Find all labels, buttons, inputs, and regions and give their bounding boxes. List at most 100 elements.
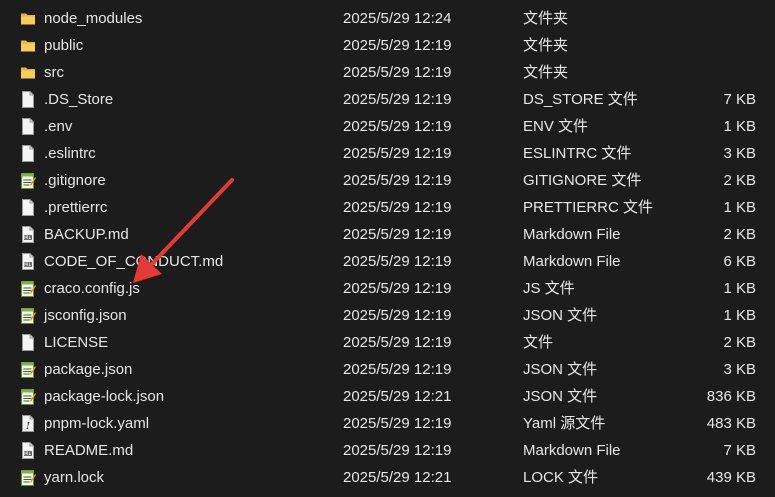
file-type: 文件夹 [523, 10, 569, 27]
file-type: PRETTIERRC 文件 [523, 199, 654, 216]
file-date: 2025/5/29 12:19 [343, 118, 452, 135]
file-size: 1 KB [723, 280, 756, 297]
file-row[interactable]: ! pnpm-lock.yaml 2025/5/29 12:19 Yaml 源文件 48… [0, 410, 775, 437]
notepad-icon [19, 468, 37, 487]
notepad-icon [19, 387, 37, 406]
file-type: Markdown File [523, 253, 621, 270]
file-date: 2025/5/29 12:19 [343, 253, 452, 270]
file-size: 6 KB [723, 253, 756, 270]
file-type: Markdown File [523, 442, 621, 459]
file-name: LICENSE [44, 334, 109, 351]
file-row[interactable]: yarn.lock 2025/5/29 12:21 LOCK 文件 439 KB [0, 464, 775, 491]
file-size: 7 KB [723, 442, 756, 459]
file-date: 2025/5/29 12:19 [343, 199, 452, 216]
file-date: 2025/5/29 12:19 [343, 415, 452, 432]
file-row[interactable]: .prettierrc 2025/5/29 12:19 PRETTIERRC 文件 1… [0, 194, 775, 221]
file-name: .prettierrc [44, 199, 108, 216]
file-size: 439 KB [706, 469, 756, 486]
file-type: 文件 [523, 334, 554, 351]
file-size: 2 KB [723, 334, 756, 351]
svg-text:M↓: M↓ [24, 451, 32, 457]
file-row[interactable]: node_modules 2025/5/29 12:24 文件夹 [0, 5, 775, 32]
file-row[interactable]: M↓ README.md 2025/5/29 12:19 Markdown File 7… [0, 437, 775, 464]
folder-icon [19, 9, 37, 28]
file-icon [19, 144, 37, 163]
file-size: 836 KB [706, 388, 756, 405]
file-icon [19, 117, 37, 136]
file-size: 1 KB [723, 307, 756, 324]
file-size: 483 KB [706, 415, 756, 432]
file-date: 2025/5/29 12:19 [343, 361, 452, 378]
file-type: DS_STORE 文件 [523, 91, 638, 108]
file-date: 2025/5/29 12:19 [343, 145, 452, 162]
file-type: Yaml 源文件 [523, 415, 606, 432]
file-name: .env [44, 118, 73, 135]
file-date: 2025/5/29 12:21 [343, 388, 452, 405]
file-row[interactable]: package-lock.json 2025/5/29 12:21 JSON 文件 8… [0, 383, 775, 410]
file-row[interactable]: src 2025/5/29 12:19 文件夹 [0, 59, 775, 86]
file-size: 3 KB [723, 145, 756, 162]
file-row[interactable]: .env 2025/5/29 12:19 ENV 文件 1 KB [0, 113, 775, 140]
file-row[interactable]: .gitignore 2025/5/29 12:19 GITIGNORE 文件 2 K… [0, 167, 775, 194]
notepad-icon [19, 279, 37, 298]
notepad-icon [19, 360, 37, 379]
file-row[interactable]: M↓ BACKUP.md 2025/5/29 12:19 Markdown File 2… [0, 221, 775, 248]
markdown-icon: M↓ [19, 225, 37, 244]
file-name: package.json [44, 361, 133, 378]
svg-text:M↓: M↓ [24, 262, 32, 268]
file-date: 2025/5/29 12:19 [343, 37, 452, 54]
file-name: yarn.lock [44, 469, 105, 486]
file-date: 2025/5/29 12:19 [343, 64, 452, 81]
folder-icon [19, 36, 37, 55]
notepad-icon [19, 171, 37, 190]
file-date: 2025/5/29 12:19 [343, 307, 452, 324]
file-name: CODE_OF_CONDUCT.md [44, 253, 224, 270]
file-name: jsconfig.json [44, 307, 127, 324]
file-type: JSON 文件 [523, 388, 598, 405]
file-row[interactable]: package.json 2025/5/29 12:19 JSON 文件 3 KB [0, 356, 775, 383]
file-type: JSON 文件 [523, 361, 598, 378]
file-name: node_modules [44, 10, 143, 27]
file-icon [19, 198, 37, 217]
file-size: 1 KB [723, 199, 756, 216]
file-name: .DS_Store [44, 91, 114, 108]
file-size: 2 KB [723, 172, 756, 189]
file-type: LOCK 文件 [523, 469, 599, 486]
file-row[interactable]: .eslintrc 2025/5/29 12:19 ESLINTRC 文件 3 KB [0, 140, 775, 167]
file-name: README.md [44, 442, 134, 459]
file-date: 2025/5/29 12:21 [343, 469, 452, 486]
file-name: src [44, 64, 64, 81]
markdown-icon: M↓ [19, 252, 37, 271]
file-row[interactable]: public 2025/5/29 12:19 文件夹 [0, 32, 775, 59]
svg-text:!: ! [26, 422, 30, 432]
file-name: BACKUP.md [44, 226, 129, 243]
file-row[interactable]: LICENSE 2025/5/29 12:19 文件 2 KB [0, 329, 775, 356]
file-size: 1 KB [723, 118, 756, 135]
folder-icon [19, 63, 37, 82]
file-date: 2025/5/29 12:19 [343, 172, 452, 189]
file-row[interactable]: M↓ CODE_OF_CONDUCT.md 2025/5/29 12:19 Markd… [0, 248, 775, 275]
file-row[interactable]: .DS_Store 2025/5/29 12:19 DS_STORE 文件 7 KB [0, 86, 775, 113]
file-date: 2025/5/29 12:19 [343, 91, 452, 108]
file-type: GITIGNORE 文件 [523, 172, 642, 189]
file-size: 7 KB [723, 91, 756, 108]
file-date: 2025/5/29 12:19 [343, 226, 452, 243]
file-icon [19, 90, 37, 109]
file-list: node_modules 2025/5/29 12:24 文件夹 public 2025… [0, 5, 775, 491]
file-row[interactable]: jsconfig.json 2025/5/29 12:19 JSON 文件 1 KB [0, 302, 775, 329]
file-icon [19, 333, 37, 352]
file-type: ENV 文件 [523, 118, 589, 135]
file-type: JSON 文件 [523, 307, 598, 324]
file-date: 2025/5/29 12:19 [343, 280, 452, 297]
file-type: JS 文件 [523, 280, 575, 297]
file-size: 3 KB [723, 361, 756, 378]
file-name: public [44, 37, 84, 54]
file-date: 2025/5/29 12:19 [343, 442, 452, 459]
file-type: ESLINTRC 文件 [523, 145, 632, 162]
file-name: pnpm-lock.yaml [44, 415, 150, 432]
file-name: craco.config.js [44, 280, 140, 297]
file-size: 2 KB [723, 226, 756, 243]
yaml-icon: ! [19, 414, 37, 433]
file-row[interactable]: craco.config.js 2025/5/29 12:19 JS 文件 1 KB [0, 275, 775, 302]
file-date: 2025/5/29 12:24 [343, 10, 452, 27]
